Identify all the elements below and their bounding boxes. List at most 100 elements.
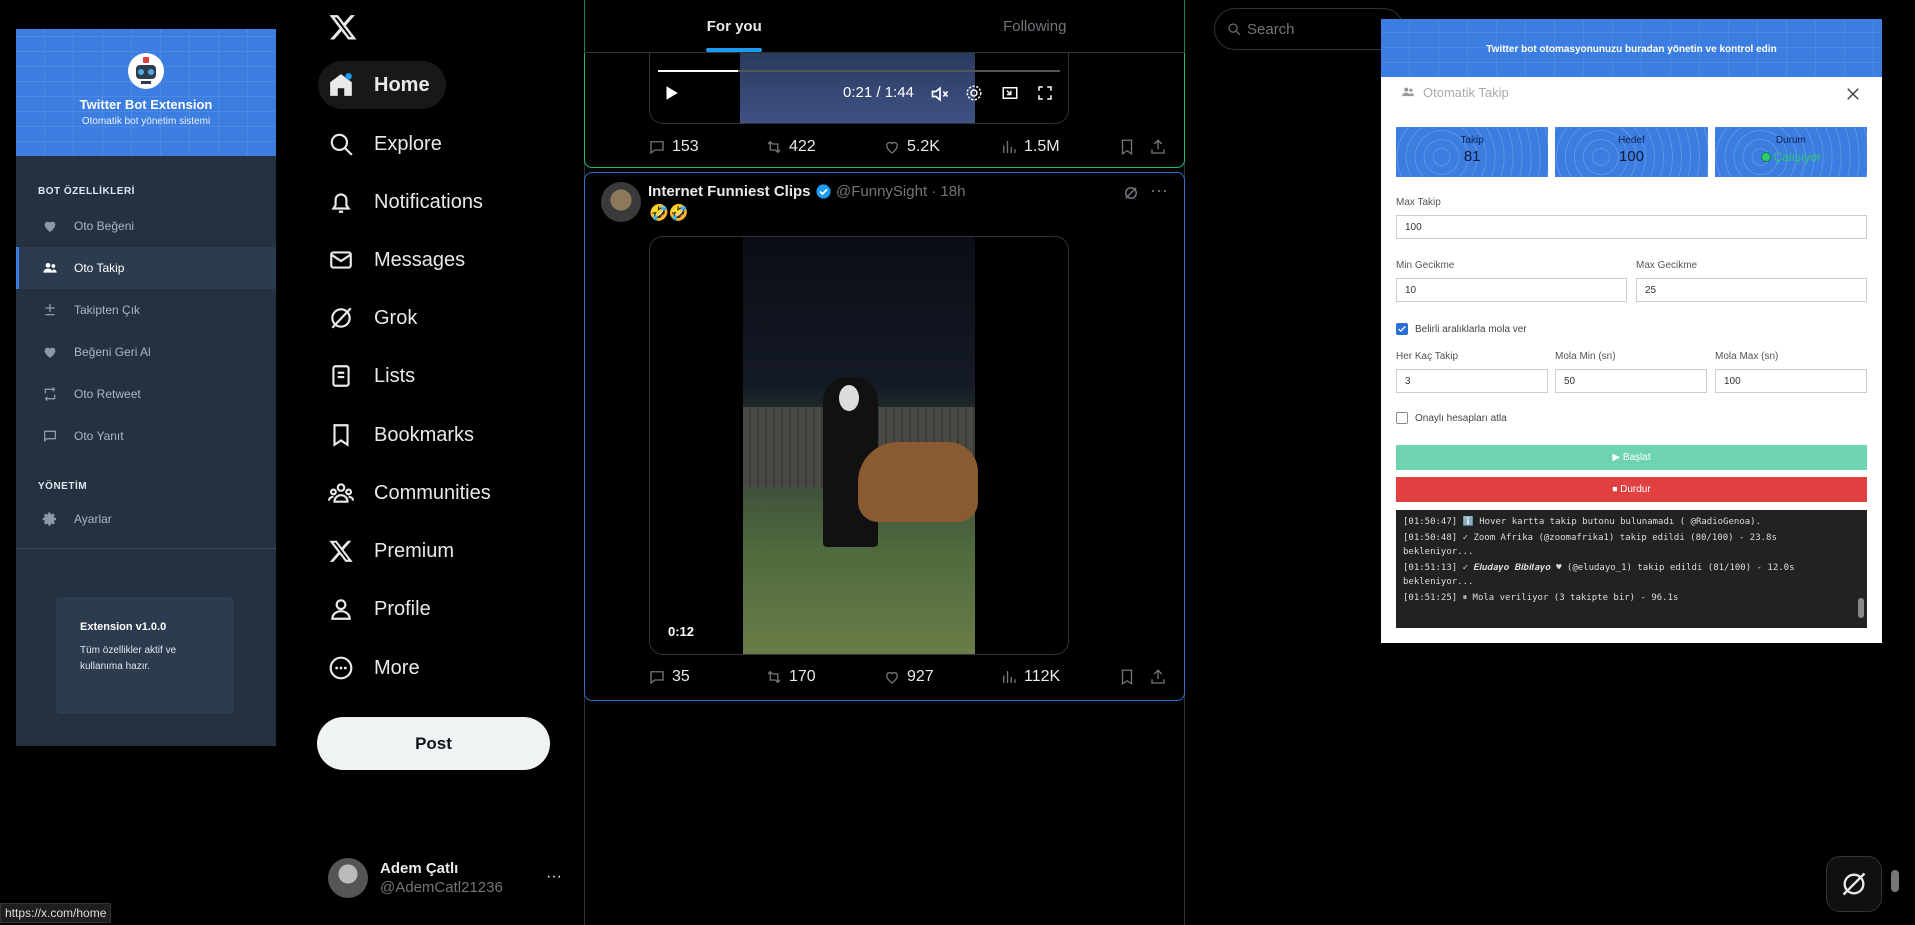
nav-lists[interactable]: Lists: [318, 352, 431, 400]
mola-min-input[interactable]: [1555, 369, 1707, 393]
nav-explore[interactable]: Explore: [318, 120, 458, 168]
account-name: Adem Çatlı: [380, 860, 459, 877]
settings-icon[interactable]: [965, 84, 983, 102]
nav-more[interactable]: More: [318, 644, 436, 692]
x-logo-icon[interactable]: [328, 12, 358, 42]
nav-messages[interactable]: Messages: [318, 236, 481, 284]
version-title: Extension v1.0.0: [80, 621, 167, 633]
mola-checkbox[interactable]: Belirli aralıklarla mola ver: [1396, 323, 1527, 335]
share-icon: [1151, 669, 1165, 684]
stats-row: Takip 81 Hedef 100 Durum Çalışıyor: [1396, 127, 1867, 177]
log-line: [01:51:13] ✓ 𝑬𝒍𝒖𝒅𝒂𝒚𝒐 𝑩𝒊𝒃𝒊𝒕𝒂𝒚𝒐 ♥ (@eluday…: [1403, 563, 1800, 587]
share-icon: [1151, 139, 1165, 154]
bookmark-button[interactable]: [1118, 138, 1142, 156]
sidebar-item-label: Oto Yanıt: [74, 429, 124, 443]
verified-skip-checkbox[interactable]: Onaylı hesapları atla: [1396, 412, 1507, 424]
tab-following[interactable]: Following: [885, 0, 1186, 52]
nav-label: Lists: [374, 364, 416, 387]
log-console[interactable]: [01:50:47] ℹ️ Hover kartta takip butonu …: [1396, 510, 1867, 628]
nav-label: Notifications: [374, 190, 483, 213]
share-button[interactable]: [1149, 668, 1173, 686]
her-kac-input[interactable]: [1396, 369, 1548, 393]
sidebar-item-begeni-geri-al[interactable]: Beğeni Geri Al: [16, 331, 276, 373]
x-icon: [329, 540, 353, 562]
sidebar-item-takipten-cik[interactable]: Takipten Çık: [16, 289, 276, 331]
sidebar-item-ayarlar[interactable]: Ayarlar: [16, 498, 276, 540]
video-progress[interactable]: [658, 70, 1060, 72]
grok-icon: [1842, 872, 1866, 896]
grok-floating-button[interactable]: [1826, 856, 1882, 912]
mola-max-input[interactable]: [1715, 369, 1867, 393]
sidebar-item-oto-begeni[interactable]: Oto Beğeni: [16, 205, 276, 247]
nav-notifications[interactable]: Notifications: [318, 178, 499, 226]
pip-icon[interactable]: [1001, 84, 1019, 102]
log-scrollbar[interactable]: [1858, 598, 1864, 618]
video-player[interactable]: 0:21 / 1:44: [649, 52, 1069, 124]
grok-icon: [331, 307, 352, 329]
fullscreen-icon[interactable]: [1036, 84, 1054, 102]
tweet-author[interactable]: Internet Funniest Clips: [648, 183, 832, 200]
views-button[interactable]: 1.5M: [1000, 138, 1060, 156]
tweet-more-icon[interactable]: ···: [1150, 180, 1168, 201]
account-more-icon[interactable]: ···: [546, 868, 562, 886]
profile-icon: [331, 599, 351, 620]
nav-grok[interactable]: Grok: [318, 294, 433, 342]
stop-button[interactable]: ⏹ Durdur: [1396, 477, 1867, 502]
stat-hedef: Hedef 100: [1555, 127, 1708, 177]
checkbox-unchecked-icon: [1396, 412, 1408, 424]
retweet-button[interactable]: 170: [765, 668, 816, 686]
nav-bookmarks[interactable]: Bookmarks: [318, 411, 490, 459]
search-icon: [1228, 23, 1241, 36]
min-gecikme-input[interactable]: [1396, 278, 1627, 302]
reply-button[interactable]: 35: [648, 668, 690, 686]
bookmark-button[interactable]: [1118, 668, 1142, 686]
max-gecikme-input[interactable]: [1636, 278, 1867, 302]
video-time: 0:21 / 1:44: [843, 84, 914, 101]
account-switcher[interactable]: Adem Çatlı @AdemCatl21236: [328, 858, 503, 898]
nav-label: Messages: [374, 248, 466, 271]
verified-badge-icon: [815, 184, 831, 199]
sidebar-item-label: Oto Takip: [74, 261, 125, 275]
comment-icon: [44, 430, 56, 442]
play-icon[interactable]: [662, 84, 680, 102]
sidebar-item-oto-yanit[interactable]: Oto Yanıt: [16, 415, 276, 457]
more-circle-icon: [329, 656, 353, 680]
reply-button[interactable]: 153: [648, 138, 699, 156]
video-player[interactable]: [649, 236, 1069, 655]
stat-label: Takip: [1460, 135, 1484, 146]
nav-profile[interactable]: Profile: [318, 585, 447, 633]
page-scrollbar[interactable]: [1891, 870, 1899, 892]
video-duration: 0:12: [668, 624, 695, 639]
start-button[interactable]: ▶ Başlat: [1396, 445, 1867, 470]
stat-value: 100: [1618, 148, 1644, 165]
plus-minus-icon: [45, 304, 55, 316]
search-input[interactable]: Search: [1214, 8, 1404, 50]
share-button[interactable]: [1149, 138, 1173, 156]
heart-icon: [886, 141, 898, 154]
panel-header: Otomatik Takip: [1381, 77, 1882, 107]
author-handle[interactable]: @FunnySight · 18h: [836, 183, 965, 200]
mute-icon[interactable]: [930, 84, 950, 104]
grok-explain-icon[interactable]: [1122, 184, 1140, 202]
like-button[interactable]: 927: [883, 668, 934, 686]
tab-for-you[interactable]: For you: [584, 0, 885, 52]
nav-premium[interactable]: Premium: [318, 527, 470, 575]
retweet-button[interactable]: 422: [765, 138, 816, 156]
avatar[interactable]: [601, 182, 641, 222]
min-gecikme-label: Min Gecikme: [1396, 260, 1455, 271]
nav-home[interactable]: Home: [318, 61, 446, 109]
avatar: [328, 858, 368, 898]
post-button[interactable]: Post: [317, 717, 550, 770]
bookmark-icon: [1121, 669, 1133, 686]
close-icon[interactable]: [1844, 85, 1862, 103]
sidebar-item-oto-takip[interactable]: Oto Takip: [16, 247, 276, 289]
sidebar-item-oto-retweet[interactable]: Oto Retweet: [16, 373, 276, 415]
max-takip-input[interactable]: [1396, 215, 1867, 239]
views-button[interactable]: 112K: [1000, 668, 1060, 686]
retweet-icon: [767, 140, 781, 154]
users-icon: [1402, 87, 1414, 97]
views-count: 112K: [1024, 668, 1061, 685]
like-button[interactable]: 5.2K: [883, 138, 940, 156]
status-dot-icon: [1760, 152, 1771, 163]
nav-communities[interactable]: Communities: [318, 469, 507, 517]
